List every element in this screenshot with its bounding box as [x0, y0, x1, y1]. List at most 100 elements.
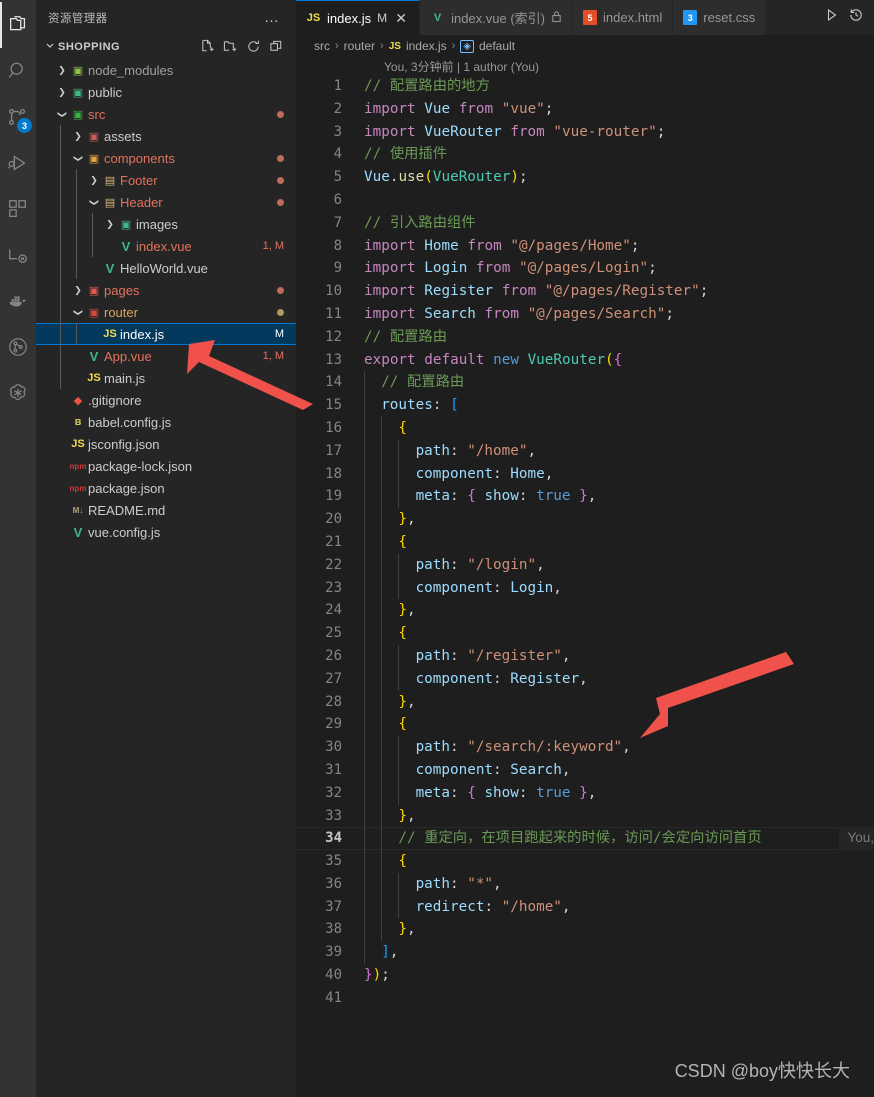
code-line[interactable]: 37 redirect: "/home", [296, 895, 874, 919]
code-line[interactable]: 21 { [296, 530, 874, 554]
tree-item-jsconfig-json[interactable]: JS jsconfig.json [36, 433, 296, 455]
code-line[interactable]: 6 [296, 189, 874, 212]
activity-search[interactable] [0, 48, 36, 94]
chevron-down-icon[interactable]: ❯ [57, 108, 68, 120]
tab-index-html[interactable]: 5 index.html [573, 0, 674, 35]
tree-item--gitignore[interactable]: ◆ .gitignore [36, 389, 296, 411]
tree-item-main-js[interactable]: JS main.js [36, 367, 296, 389]
code-line[interactable]: 33}, [296, 804, 874, 828]
code-line[interactable]: 30 path: "/search/:keyword", [296, 736, 874, 759]
code-line[interactable]: 32 meta: { show: true }, [296, 781, 874, 805]
tree-item-vue-config-js[interactable]: Vvue.config.js [36, 521, 296, 543]
code-line[interactable]: 14 // 配置路由 [296, 371, 874, 395]
code-line[interactable]: 34 // 重定向，在项目跑起来的时候，访问/会定向访问首页 You, [296, 827, 874, 851]
code-line[interactable]: 13 export default new VueRouter({ [296, 349, 874, 372]
tree-item-node-modules[interactable]: ❯ ▣ node_modules [36, 59, 296, 81]
code-line[interactable]: 5 Vue.use(VueRouter); [296, 166, 874, 189]
breadcrumb[interactable]: src › router › JS index.js › ◈ default [296, 35, 874, 57]
code-line[interactable]: 12 // 配置路由 [296, 326, 874, 349]
code-line[interactable]: 16 { [296, 416, 874, 440]
code-line[interactable]: 27 component: Register, [296, 667, 874, 691]
activity-remote[interactable] [0, 232, 36, 278]
code-line[interactable]: 23 component: Login, [296, 576, 874, 600]
folder-section-header[interactable]: SHOPPING [36, 35, 296, 58]
refresh-icon[interactable] [243, 37, 263, 57]
code-line[interactable]: 9 import Login from "@/pages/Login"; [296, 257, 874, 280]
tree-item-package-json[interactable]: npm package.json [36, 477, 296, 499]
code-line[interactable]: 25 { [296, 622, 874, 645]
activity-chatgpt[interactable] [0, 370, 36, 416]
code-line[interactable]: 17 path: "/home", [296, 439, 874, 463]
code-line[interactable]: 31 component: Search, [296, 758, 874, 782]
chevron-down-icon[interactable]: ❯ [73, 306, 84, 318]
chevron-right-icon[interactable]: ❯ [88, 175, 100, 186]
code-line[interactable]: 29 { [296, 713, 874, 737]
code-line[interactable]: 10 import Register from "@/pages/Register… [296, 280, 874, 303]
code-line[interactable]: 2 import Vue from "vue"; [296, 98, 874, 121]
tree-item-router[interactable]: ❯ ▣ router [36, 301, 296, 323]
collapse-all-icon[interactable] [266, 37, 286, 57]
breadcrumb-symbol[interactable]: default [479, 39, 515, 53]
tree-item-footer[interactable]: ❯ ▤ Footer [36, 169, 296, 191]
tree-item-helloworld-vue[interactable]: V HelloWorld.vue [36, 257, 296, 279]
new-file-icon[interactable] [197, 37, 217, 57]
tree-item-pages[interactable]: ❯ ▣ pages [36, 279, 296, 301]
code-line[interactable]: 39], [296, 941, 874, 965]
code-line[interactable]: 1 // 配置路由的地方 [296, 75, 874, 98]
code-line[interactable]: 19 meta: { show: true }, [296, 485, 874, 509]
activity-docker[interactable] [0, 278, 36, 324]
code-line[interactable]: 36 path: "*", [296, 872, 874, 896]
tree-item-header[interactable]: ❯ ▤ Header [36, 191, 296, 213]
code-editor[interactable]: 1 // 配置路由的地方 2 import Vue from "vue"; 3 impor… [296, 75, 874, 1097]
activity-run-debug[interactable] [0, 140, 36, 186]
chevron-down-icon[interactable]: ❯ [89, 196, 100, 208]
tree-item-src[interactable]: ❯ ▣ src [36, 103, 296, 125]
chevron-right-icon[interactable]: ❯ [56, 65, 68, 76]
close-icon[interactable]: ✕ [393, 11, 409, 25]
run-file-icon[interactable] [824, 7, 840, 28]
code-line[interactable]: 35 { [296, 850, 874, 873]
breadcrumb-router[interactable]: router [344, 39, 375, 53]
code-line[interactable]: 28}, [296, 690, 874, 714]
tab-index-vue-[interactable]: Vindex.vue (索引) [420, 0, 573, 35]
code-line[interactable]: 8 import Home from "@/pages/Home"; [296, 235, 874, 258]
code-line[interactable]: 20}, [296, 508, 874, 531]
code-line[interactable]: 4 // 使用插件 [296, 143, 874, 166]
tab-index-js[interactable]: JS index.js M ✕ [296, 0, 421, 35]
tree-item-app-vue[interactable]: V App.vue 1, M [36, 345, 296, 367]
chevron-right-icon[interactable]: ❯ [56, 87, 68, 98]
tree-item-components[interactable]: ❯ ▣ components [36, 147, 296, 169]
tree-item-package-lock-json[interactable]: npm package-lock.json [36, 455, 296, 477]
activity-source-control[interactable]: 3 [0, 94, 36, 140]
code-line[interactable]: 22 path: "/login", [296, 553, 874, 577]
code-line[interactable]: 26 path: "/register", [296, 644, 874, 668]
tab-reset-css[interactable]: 3 reset.css [673, 0, 767, 35]
tree-item-public[interactable]: ❯ ▣ public [36, 81, 296, 103]
lock-icon[interactable] [551, 10, 562, 26]
code-line[interactable]: 11 import Search from "@/pages/Search"; [296, 303, 874, 326]
code-line[interactable]: 18 component: Home, [296, 462, 874, 486]
code-line[interactable]: 41 [296, 987, 874, 1010]
chevron-right-icon[interactable]: ❯ [72, 285, 84, 296]
sidebar-more-actions-icon[interactable]: … [264, 9, 288, 26]
code-line[interactable]: 40}); [296, 964, 874, 987]
tree-item-images[interactable]: ❯ ▣ images [36, 213, 296, 235]
file-tree[interactable]: ❯ ▣ node_modules ❯ ▣ public ❯ ▣ src ❯ ▣ assets ❯ ▣ com… [36, 58, 296, 1097]
timeline-history-icon[interactable] [848, 7, 864, 28]
chevron-down-icon[interactable]: ❯ [73, 152, 84, 164]
chevron-right-icon[interactable]: ❯ [72, 131, 84, 142]
activity-explorer[interactable] [0, 2, 36, 48]
chevron-right-icon[interactable]: ❯ [104, 219, 116, 230]
breadcrumb-src[interactable]: src [314, 39, 330, 53]
activity-git-graph[interactable] [0, 324, 36, 370]
tree-item-babel-config-js[interactable]: ʙ babel.config.js [36, 411, 296, 433]
activity-extensions[interactable] [0, 186, 36, 232]
code-line[interactable]: 15 routes: [ [296, 394, 874, 417]
tree-item-readme-md[interactable]: M↓ README.md [36, 499, 296, 521]
tree-item-index-vue[interactable]: Vindex.vue 1, M [36, 235, 296, 257]
tree-item-assets[interactable]: ❯ ▣ assets [36, 125, 296, 147]
code-line[interactable]: 3 import VueRouter from "vue-router"; [296, 121, 874, 144]
new-folder-icon[interactable] [220, 37, 240, 57]
tree-item-index-js[interactable]: JS index.js M [36, 323, 296, 345]
code-line[interactable]: 7 // 引入路由组件 [296, 212, 874, 235]
